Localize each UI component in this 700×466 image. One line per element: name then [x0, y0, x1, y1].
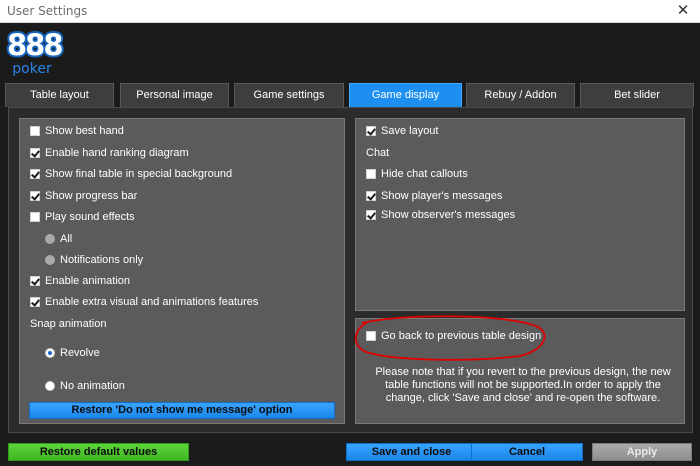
cancel-button[interactable]: Cancel [471, 443, 583, 461]
save-layout-checkbox[interactable] [366, 126, 376, 136]
sound-all-option[interactable]: All [45, 232, 72, 246]
sound-notifications-option[interactable]: Notifications only [45, 253, 143, 267]
snap-none-radio[interactable] [45, 381, 55, 391]
apply-button[interactable]: Apply [592, 443, 692, 461]
title-bar: User Settings ✕ [0, 0, 700, 23]
tab-game-settings[interactable]: Game settings [234, 83, 344, 107]
logo-888: 888 [7, 28, 62, 62]
chat-section-label: Chat [366, 147, 390, 159]
logo-poker: poker [12, 61, 52, 77]
save-layout-option[interactable]: Save layout [366, 124, 438, 138]
animation-checkbox[interactable] [30, 276, 40, 286]
tab-game-display[interactable]: Game display [349, 83, 462, 107]
sound-all-radio[interactable] [45, 234, 55, 244]
snap-revolve-option[interactable]: Revolve [45, 346, 100, 360]
hide-callouts-option[interactable]: Hide chat callouts [366, 167, 468, 181]
snap-revolve-radio[interactable] [45, 348, 55, 358]
observer-messages-checkbox[interactable] [366, 210, 376, 220]
hand-ranking-checkbox[interactable] [30, 148, 40, 158]
final-table-background-checkbox[interactable] [30, 169, 40, 179]
sound-effects-option[interactable]: Play sound effects [30, 210, 135, 224]
sound-notifications-radio[interactable] [45, 255, 55, 265]
progress-bar-option[interactable]: Show progress bar [30, 189, 137, 203]
snap-animation-label: Snap animation [30, 318, 107, 330]
save-and-close-button[interactable]: Save and close [346, 443, 477, 461]
previous-design-checkbox[interactable] [366, 331, 376, 341]
player-messages-checkbox[interactable] [366, 191, 376, 201]
tab-personal-image[interactable]: Personal image [120, 83, 229, 107]
player-messages-option[interactable]: Show player's messages [366, 189, 502, 203]
extra-visual-checkbox[interactable] [30, 297, 40, 307]
show-best-hand-option[interactable]: Show best hand [30, 124, 124, 138]
tab-rebuy-addon[interactable]: Rebuy / Addon [466, 83, 575, 107]
restore-defaults-button[interactable]: Restore default values [8, 443, 189, 461]
tab-table-layout[interactable]: Table layout [5, 83, 114, 107]
previous-design-note: Please note that if you revert to the pr… [375, 366, 671, 404]
previous-design-option[interactable]: Go back to previous table design [366, 329, 541, 343]
tab-bet-slider[interactable]: Bet slider [580, 83, 694, 107]
animation-option[interactable]: Enable animation [30, 274, 130, 288]
hand-ranking-option[interactable]: Enable hand ranking diagram [30, 146, 189, 160]
progress-bar-checkbox[interactable] [30, 191, 40, 201]
snap-none-option[interactable]: No animation [45, 379, 125, 393]
extra-visual-option[interactable]: Enable extra visual and animations featu… [30, 295, 258, 309]
sound-effects-checkbox[interactable] [30, 212, 40, 222]
settings-tabs: Table layout Personal image Game setting… [5, 83, 694, 107]
window-title: User Settings [7, 4, 88, 18]
hide-callouts-checkbox[interactable] [366, 169, 376, 179]
restore-message-button[interactable]: Restore 'Do not show me message' option [29, 402, 335, 419]
888poker-logo: 888 poker [5, 28, 65, 78]
show-best-hand-checkbox[interactable] [30, 126, 40, 136]
observer-messages-option[interactable]: Show observer's messages [366, 208, 515, 222]
close-icon[interactable]: ✕ [666, 0, 700, 23]
final-table-background-option[interactable]: Show final table in special background [30, 167, 232, 181]
